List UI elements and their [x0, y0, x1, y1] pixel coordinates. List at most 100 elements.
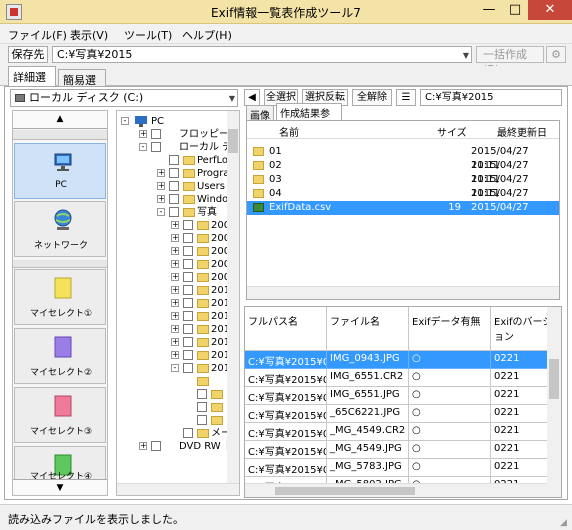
shortcut-scroll-up-button[interactable]: ▲	[13, 111, 107, 129]
tree-checkbox[interactable]	[183, 246, 193, 256]
shortcut-scroll-down-button[interactable]: ▼	[13, 479, 107, 495]
folder-icon	[183, 208, 195, 217]
tree-checkbox[interactable]	[183, 272, 193, 282]
list-view-icon[interactable]: ☰	[396, 89, 416, 106]
tree-checkbox[interactable]	[183, 220, 193, 230]
list-item[interactable]: 01 2015/04/27 11:11	[247, 145, 559, 171]
menu-view[interactable]: 表示(V)	[70, 27, 108, 43]
shortcut-myselect-3[interactable]: マイセレクト③	[14, 387, 106, 443]
save-path-combo[interactable]: C:¥写真¥2015 ▼	[52, 46, 472, 63]
tree-expander[interactable]: +	[171, 351, 179, 359]
tree-checkbox[interactable]	[197, 389, 207, 399]
close-button[interactable]: ✕	[528, 0, 572, 20]
folder-pink-icon	[54, 395, 72, 417]
shortcut-myselect-4[interactable]: マイセレクト④	[14, 446, 106, 482]
tree-expander[interactable]: +	[171, 325, 179, 333]
tree-checkbox[interactable]	[197, 415, 207, 425]
tree-expander[interactable]: +	[171, 299, 179, 307]
tree-expander[interactable]: +	[171, 247, 179, 255]
tree-checkbox[interactable]	[183, 285, 193, 295]
tree-checkbox[interactable]	[183, 233, 193, 243]
tree-expander[interactable]: +	[171, 312, 179, 320]
resize-grip-icon[interactable]: ◢	[560, 518, 570, 528]
save-path-value: C:¥写真¥2015	[57, 48, 133, 61]
file-list-horizontal-scrollbar[interactable]	[247, 286, 559, 299]
tree-checkbox[interactable]	[183, 311, 193, 321]
table-cell: C:¥写真¥2015¥04...	[245, 423, 327, 441]
current-path-field[interactable]: C:¥写真¥2015	[420, 89, 562, 106]
column-name[interactable]: 名前	[279, 124, 299, 139]
drive-value: ローカル ディスク (C:)	[29, 91, 144, 104]
drive-combo[interactable]: ローカル ディスク (C:) ▼	[10, 89, 238, 107]
table-cell: C:¥写真¥2015¥04...	[245, 441, 327, 459]
tree-checkbox[interactable]	[169, 155, 179, 165]
scrollbar-thumb[interactable]	[549, 359, 559, 399]
tree-vertical-scrollbar[interactable]	[227, 111, 239, 483]
tree-expander[interactable]: +	[157, 182, 165, 190]
table-cell: IMG_6551.CR2	[327, 369, 409, 387]
shortcut-myselect-2[interactable]: マイセレクト②	[14, 328, 106, 384]
clear-selection-button[interactable]: 全解除	[352, 89, 392, 106]
tab-simple-select[interactable]: 簡易選択	[58, 69, 106, 103]
tree-checkbox[interactable]	[169, 194, 179, 204]
grid-horizontal-scrollbar[interactable]	[245, 483, 547, 497]
list-item[interactable]: 03 2015/04/27 11:11	[247, 173, 559, 199]
tree-checkbox[interactable]	[183, 428, 193, 438]
tree-expander[interactable]: +	[171, 338, 179, 346]
tree-checkbox[interactable]	[197, 402, 207, 412]
list-item-selected[interactable]: ExifData.csv 19 2015/04/27 13:28	[247, 201, 559, 227]
shortcut-myselect-1[interactable]: マイセレクト①	[14, 269, 106, 325]
tree-checkbox[interactable]	[183, 350, 193, 360]
tree-expander[interactable]: +	[157, 195, 165, 203]
tree-checkbox[interactable]	[183, 298, 193, 308]
tree-expander[interactable]: -	[139, 143, 147, 151]
save-destination-button[interactable]: 保存先	[8, 46, 48, 63]
shortcut-network[interactable]: ネットワーク	[14, 201, 106, 257]
tree-expander[interactable]: +	[171, 234, 179, 242]
tree-checkbox[interactable]	[183, 259, 193, 269]
menu-tools[interactable]: ツール(T)	[124, 27, 172, 43]
tree-checkbox[interactable]	[183, 337, 193, 347]
tree-expander[interactable]: +	[171, 286, 179, 294]
tab-detail-select[interactable]: 詳細選択	[8, 66, 56, 100]
grid-column-header[interactable]: ファイル名	[327, 307, 409, 351]
menu-file[interactable]: ファイル(F)	[8, 27, 67, 43]
tree-checkbox[interactable]	[151, 129, 161, 139]
batch-create-button[interactable]: 一括作成(B)	[476, 46, 544, 76]
list-item[interactable]: 042015/04/27 13:01	[247, 187, 559, 213]
column-date[interactable]: 最終更新日	[497, 124, 547, 139]
tree-checkbox[interactable]	[151, 142, 161, 152]
grid-column-header[interactable]: フルパス名	[245, 307, 327, 351]
scrollbar-thumb[interactable]	[275, 487, 415, 495]
settings-icon[interactable]: ⚙	[546, 46, 566, 63]
tree-checkbox[interactable]	[169, 181, 179, 191]
tree-expander[interactable]: -	[157, 208, 165, 216]
tree-expander[interactable]: +	[171, 260, 179, 268]
tab-result[interactable]: 作成結果参照	[276, 103, 342, 135]
back-icon[interactable]: ◀	[244, 89, 260, 106]
shortcut-pc[interactable]: PC	[14, 143, 106, 199]
tree-expander[interactable]: +	[157, 169, 165, 177]
grid-vertical-scrollbar[interactable]	[547, 307, 561, 497]
column-size[interactable]: サイズ	[437, 124, 467, 139]
tree-expander[interactable]: +	[139, 442, 147, 450]
grid-column-header[interactable]: Exifデータ有無	[409, 307, 491, 351]
tree-checkbox[interactable]	[183, 324, 193, 334]
tree-checkbox[interactable]	[183, 363, 193, 373]
shortcut-divider	[13, 260, 107, 268]
menu-help[interactable]: ヘルプ(H)	[182, 27, 232, 43]
tree-expander[interactable]: +	[171, 221, 179, 229]
tree-expander[interactable]: +	[171, 273, 179, 281]
tree-expander[interactable]: -	[171, 364, 179, 372]
scrollbar-thumb[interactable]	[228, 129, 238, 153]
tree-checkbox[interactable]	[151, 441, 161, 451]
tree-expander[interactable]: -	[121, 117, 129, 125]
tree-horizontal-scrollbar[interactable]	[117, 483, 239, 495]
tree-expander[interactable]: +	[139, 130, 147, 138]
maximize-button[interactable]: □	[502, 0, 528, 20]
tab-image[interactable]: 画像	[246, 105, 274, 122]
tree-checkbox[interactable]	[169, 168, 179, 178]
minimize-button[interactable]: —	[476, 0, 502, 20]
list-item[interactable]: 02 2015/04/27 11:11	[247, 159, 559, 185]
tree-checkbox[interactable]	[169, 207, 179, 217]
